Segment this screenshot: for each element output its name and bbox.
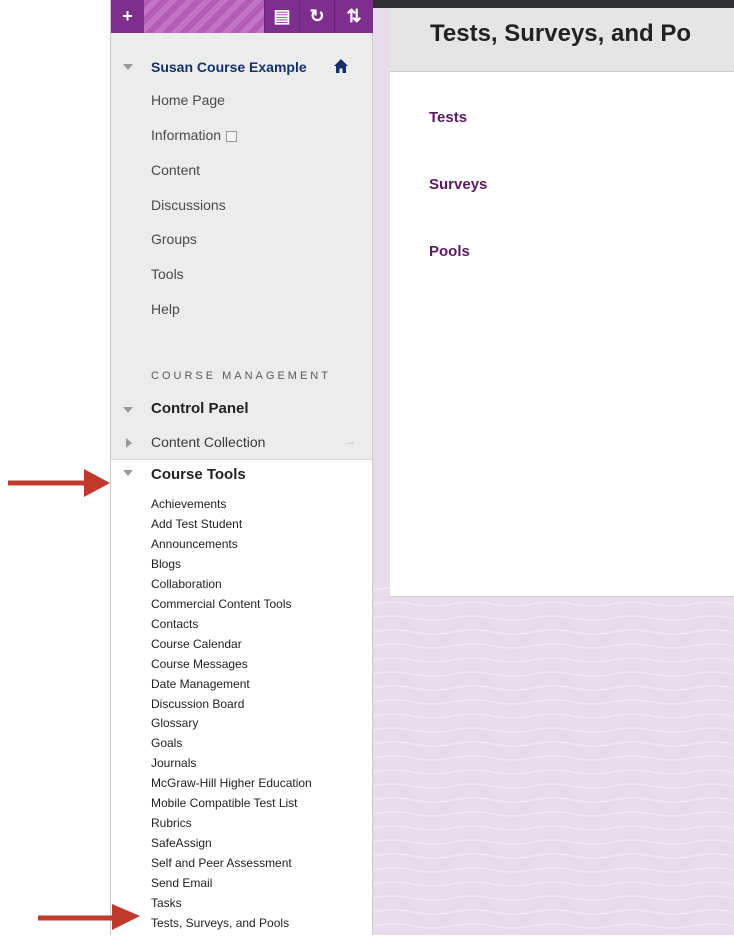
wave-line [373, 881, 734, 887]
course-tool-item[interactable]: Contacts [151, 617, 198, 631]
wave-line [373, 811, 734, 817]
course-title-row[interactable]: Susan Course Example [111, 54, 372, 80]
course-menu-toolbar: + ▤ ↻ ⇅ [111, 0, 373, 33]
course-tools-collapse-icon[interactable] [123, 470, 133, 476]
course-tool-item[interactable]: Commercial Content Tools [151, 597, 292, 611]
wave-line [373, 671, 734, 677]
wave-line [373, 895, 734, 901]
nav-item-groups[interactable]: Groups [151, 231, 197, 247]
wave-line [373, 727, 734, 733]
pools-link[interactable]: Pools [429, 243, 470, 260]
content-collection-row[interactable]: Content Collection → [111, 434, 372, 454]
annotation-arrow-course-tools [8, 469, 110, 497]
course-tool-item[interactable]: Journals [151, 756, 196, 770]
course-tool-item[interactable]: Announcements [151, 537, 238, 551]
add-menu-item-button[interactable]: + [111, 0, 144, 33]
course-tool-item[interactable]: Goals [151, 736, 182, 750]
nav-item-home-page[interactable]: Home Page [151, 92, 225, 108]
wave-line [373, 783, 734, 789]
toolbar-stripe [144, 0, 264, 33]
content-body: Tests Surveys Pools [390, 72, 734, 597]
course-tool-item[interactable]: Tests, Surveys, and Pools [151, 916, 289, 930]
course-tool-item[interactable]: Self and Peer Assessment [151, 856, 292, 870]
wave-line [373, 923, 734, 929]
home-icon[interactable] [333, 58, 349, 74]
wave-line [373, 657, 734, 663]
course-tools-label[interactable]: Course Tools [151, 466, 246, 483]
nav-item-help[interactable]: Help [151, 301, 180, 317]
wave-line [373, 629, 734, 635]
content-collection-label[interactable]: Content Collection [151, 434, 265, 450]
course-tool-item[interactable]: Add Test Student [151, 517, 242, 531]
course-tools-panel: Course Tools Achievements Add Test Studen… [111, 459, 372, 936]
course-management-heading: COURSE MANAGEMENT [151, 370, 331, 382]
wave-line [373, 797, 734, 803]
content-collection-expand-icon[interactable] [126, 438, 132, 448]
wave-line [373, 769, 734, 775]
control-panel-row[interactable]: Control Panel [111, 400, 372, 422]
nav-item-content[interactable]: Content [151, 162, 200, 178]
course-tool-item[interactable]: Rubrics [151, 816, 192, 830]
wave-line [373, 839, 734, 845]
refresh-button[interactable]: ↻ [299, 0, 334, 33]
wave-line [373, 741, 734, 747]
course-tool-item[interactable]: Course Messages [151, 657, 248, 671]
course-tool-item[interactable]: Blogs [151, 557, 181, 571]
collapse-icon[interactable] [123, 64, 133, 70]
course-tool-item[interactable]: Collaboration [151, 577, 222, 591]
course-title[interactable]: Susan Course Example [151, 59, 307, 75]
wave-line [373, 601, 734, 607]
content-collection-arrow-icon[interactable]: → [344, 434, 356, 448]
page-title: Tests, Surveys, and Po [430, 20, 691, 47]
course-tool-item[interactable]: Mobile Compatible Test List [151, 796, 298, 810]
top-strip [373, 0, 734, 8]
tests-link[interactable]: Tests [429, 109, 467, 126]
nav-item-discussions[interactable]: Discussions [151, 197, 226, 213]
course-tool-item[interactable]: Tasks [151, 896, 182, 910]
course-tool-item[interactable]: Discussion Board [151, 697, 244, 711]
content-area-icon [226, 130, 238, 142]
control-panel-label[interactable]: Control Panel [151, 400, 249, 417]
control-panel-collapse-icon[interactable] [123, 407, 133, 413]
content-header: Tests, Surveys, and Po [390, 8, 734, 72]
nav-item-information[interactable]: Information [151, 127, 238, 143]
quick-view-button[interactable]: ▤ [264, 0, 299, 33]
nav-item-tools[interactable]: Tools [151, 266, 184, 282]
course-tool-item[interactable]: SafeAssign [151, 836, 212, 850]
wave-line [373, 643, 734, 649]
course-tool-item[interactable]: Date Management [151, 677, 250, 691]
wave-line [373, 755, 734, 761]
wave-line [373, 909, 734, 915]
course-tool-item[interactable]: Send Email [151, 876, 212, 890]
wave-line [373, 699, 734, 705]
course-tool-item[interactable]: McGraw-Hill Higher Education [151, 776, 312, 790]
course-tool-item[interactable]: Achievements [151, 497, 226, 511]
surveys-link[interactable]: Surveys [429, 176, 487, 193]
annotation-arrow-tests-surveys-pools [38, 904, 140, 930]
wave-line [373, 825, 734, 831]
course-menu: + ▤ ↻ ⇅ Susan Course Example Home Page I… [110, 0, 373, 936]
wave-line [373, 867, 734, 873]
wave-line [373, 853, 734, 859]
course-tool-item[interactable]: Course Calendar [151, 637, 242, 651]
wave-line [373, 615, 734, 621]
wave-line [373, 685, 734, 691]
course-tool-item[interactable]: Glossary [151, 716, 198, 730]
reorder-button[interactable]: ⇅ [334, 0, 373, 33]
wave-line [373, 713, 734, 719]
